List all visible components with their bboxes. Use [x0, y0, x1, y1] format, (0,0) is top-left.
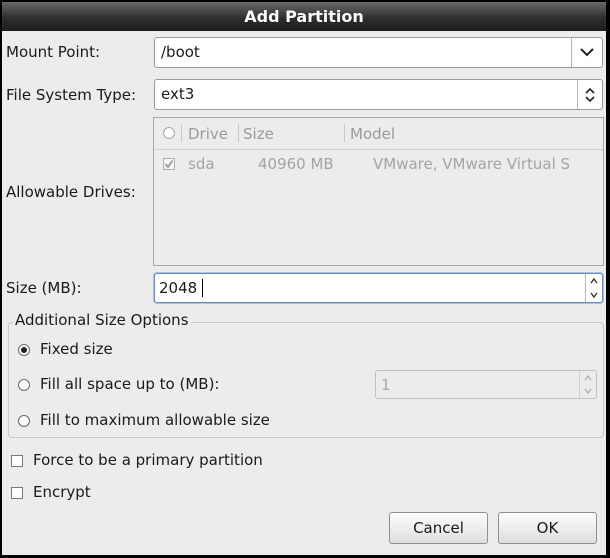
fill-spin-buttons[interactable]: [579, 371, 596, 398]
fill-upto-label: Fill all space up to (MB):: [40, 375, 220, 393]
ok-button[interactable]: OK: [498, 512, 597, 544]
size-spin-buttons[interactable]: [585, 274, 602, 302]
drive-name: sda: [188, 155, 215, 173]
size-label: Size (MB):: [6, 279, 82, 297]
drive-size: 40960 MB: [258, 155, 334, 173]
fixed-size-label: Fixed size: [40, 340, 113, 358]
fill-upto-option[interactable]: Fill all space up to (MB):: [16, 375, 316, 395]
mount-point-label: Mount Point:: [6, 43, 101, 61]
allowable-drives-label: Allowable Drives:: [6, 183, 136, 201]
fill-upto-radio[interactable]: [18, 379, 30, 391]
primary-partition-checkbox[interactable]: [11, 455, 23, 467]
dialog-title: Add Partition: [2, 2, 606, 31]
fs-type-label: File System Type:: [6, 86, 137, 104]
spin-down-icon[interactable]: [584, 388, 592, 395]
fs-type-value: ext3: [161, 85, 195, 103]
size-spinbox[interactable]: 2048: [154, 273, 603, 303]
updown-arrows-icon[interactable]: [577, 80, 602, 109]
fill-max-radio[interactable]: [18, 415, 30, 427]
additional-size-options-legend: Additional Size Options: [13, 311, 191, 329]
spin-up-icon[interactable]: [590, 278, 598, 284]
drives-header: Drive Size Model: [154, 118, 603, 150]
drive-model: VMware, VMware Virtual S: [373, 155, 571, 173]
column-header-size[interactable]: Size: [243, 125, 274, 143]
size-value: 2048: [159, 279, 198, 297]
fs-type-combo[interactable]: ext3: [154, 79, 603, 110]
column-separator: [181, 124, 182, 142]
encrypt-option[interactable]: Encrypt: [10, 483, 210, 503]
fill-upto-value: 1: [381, 376, 391, 394]
fill-upto-spinbox[interactable]: 1: [375, 370, 597, 399]
column-header-model[interactable]: Model: [350, 125, 395, 143]
chevron-down-icon[interactable]: [571, 38, 602, 67]
add-partition-dialog: Add Partition Mount Point: /boot File Sy…: [1, 1, 607, 556]
primary-partition-option[interactable]: Force to be a primary partition: [10, 451, 310, 471]
encrypt-checkbox[interactable]: [11, 487, 23, 499]
spin-up-icon[interactable]: [584, 374, 592, 381]
table-row[interactable]: sda 40960 MB VMware, VMware Virtual S: [154, 150, 603, 178]
column-separator: [238, 124, 239, 142]
mount-point-combo[interactable]: /boot: [154, 37, 603, 68]
fixed-size-radio[interactable]: [18, 344, 30, 356]
fill-max-label: Fill to maximum allowable size: [40, 411, 270, 429]
text-cursor: [202, 279, 203, 297]
fixed-size-option[interactable]: Fixed size: [16, 340, 316, 360]
primary-partition-label: Force to be a primary partition: [33, 451, 263, 469]
cancel-button[interactable]: Cancel: [389, 512, 488, 544]
column-header-drive[interactable]: Drive: [188, 125, 228, 143]
select-column-icon: [163, 127, 175, 139]
fill-max-option[interactable]: Fill to maximum allowable size: [16, 411, 336, 431]
column-separator: [344, 124, 345, 142]
mount-point-value: /boot: [161, 43, 200, 61]
encrypt-label: Encrypt: [33, 483, 91, 501]
drives-list[interactable]: Drive Size Model sda 40960 MB VMware, VM…: [153, 117, 604, 266]
spin-down-icon[interactable]: [590, 292, 598, 298]
drive-checkbox[interactable]: [163, 158, 175, 170]
